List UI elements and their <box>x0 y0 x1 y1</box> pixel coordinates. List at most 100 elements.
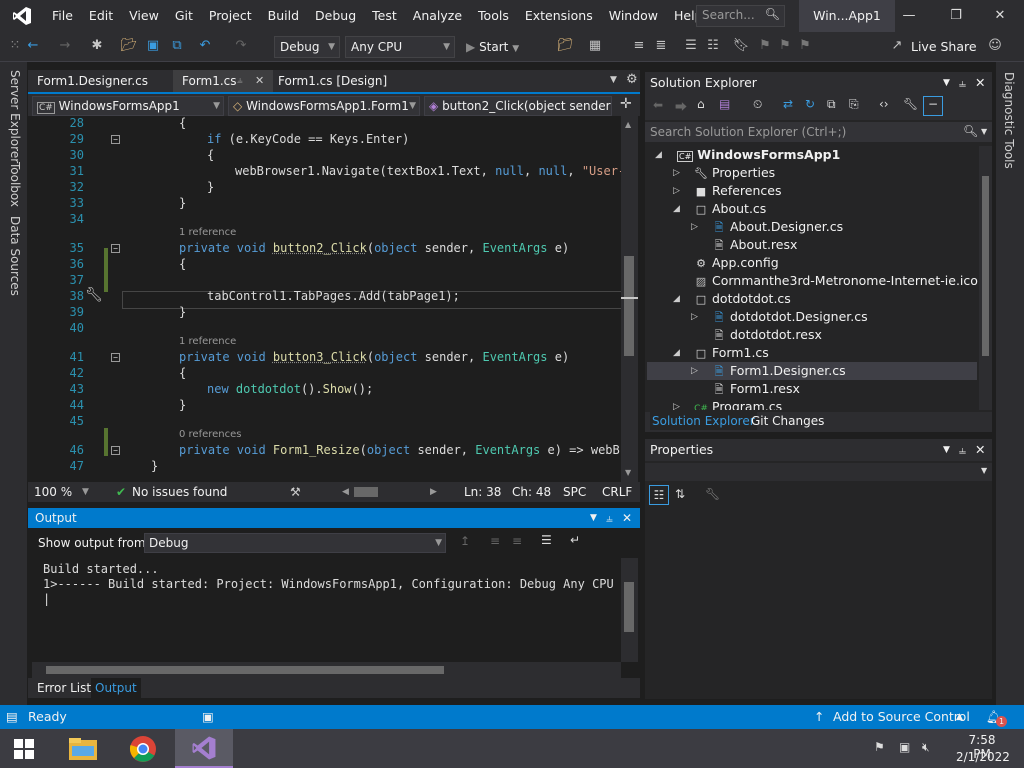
scroll-thumb[interactable] <box>624 582 634 632</box>
volume-muted-icon[interactable]: 🔇︎ <box>922 740 930 755</box>
network-icon[interactable]: ▣ <box>899 740 910 754</box>
find-in-files-icon[interactable]: 📁︎ <box>556 37 574 55</box>
feedback-icon[interactable]: ☺ <box>986 37 1004 55</box>
server-explorer-tab[interactable]: Server Explorer <box>8 70 22 163</box>
clear-all-icon[interactable]: ☰ <box>541 533 552 547</box>
output-source-dropdown[interactable]: Debug ▼ <box>144 533 446 553</box>
next-message-icon[interactable]: ≡ <box>512 534 522 548</box>
pin-icon[interactable]: ⫨ <box>237 70 243 92</box>
refresh-icon[interactable]: ↻ <box>805 97 815 111</box>
quick-actions-screwdriver-icon[interactable]: 🔧︎ <box>85 287 103 303</box>
tree-item-dotdotdot-cs[interactable]: ◢ □ dotdotdot.cs <box>673 290 791 308</box>
toolbox-tab[interactable]: Toolbox <box>8 162 22 207</box>
tab-solution-explorer[interactable]: Solution Explorer <box>650 412 757 430</box>
menu-test[interactable]: Test <box>364 0 405 32</box>
menu-analyze[interactable]: Analyze <box>405 0 470 32</box>
forward-icon[interactable]: → <box>56 37 74 55</box>
visual-studio-logo-icon[interactable] <box>0 0 44 32</box>
menu-tools[interactable]: Tools <box>470 0 517 32</box>
tree-item-dotdotdot-resx[interactable]: 🗎︎ dotdotdot.resx <box>709 326 822 344</box>
scroll-thumb[interactable] <box>624 256 634 356</box>
fold-toggle-icon[interactable]: − <box>111 446 120 455</box>
search-box[interactable]: Search... 🔍︎ <box>696 5 785 27</box>
menu-view[interactable]: View <box>121 0 167 32</box>
chevron-up-icon[interactable]: ▲ <box>956 705 963 729</box>
tab-form1-cs[interactable]: Form1.cs ⫨ ✕ <box>173 70 273 92</box>
fold-toggle-icon[interactable]: − <box>111 135 120 144</box>
new-project-icon[interactable]: ✱ <box>88 37 106 55</box>
preview-selected-icon[interactable]: − <box>923 96 943 116</box>
line-indicator[interactable]: Ln: 38 <box>464 482 501 502</box>
live-share-button[interactable]: Live Share <box>911 39 977 54</box>
scroll-thumb[interactable] <box>46 666 444 674</box>
align-left-icon[interactable]: ≡ <box>630 37 648 55</box>
menu-project[interactable]: Project <box>201 0 260 32</box>
data-sources-tab[interactable]: Data Sources <box>8 216 22 296</box>
windows-start-icon[interactable] <box>0 729 48 768</box>
scroll-left-icon[interactable]: ◀ <box>342 482 349 502</box>
pin-icon[interactable]: ⫨ <box>959 439 966 461</box>
minimize-icon[interactable]: — <box>885 0 933 32</box>
comment-icon[interactable]: ☰ <box>682 37 700 55</box>
window-position-dropdown-icon[interactable]: ▼ <box>590 508 597 528</box>
menu-build[interactable]: Build <box>260 0 307 32</box>
whitespace-indicator[interactable]: SPC <box>563 482 586 502</box>
menu-edit[interactable]: Edit <box>81 0 121 32</box>
tab-form1-designer[interactable]: Form1.Designer.cs <box>28 70 176 92</box>
undo-icon[interactable]: ↶ <box>196 37 214 55</box>
tab-git-changes[interactable]: Git Changes <box>751 412 824 430</box>
fold-toggle-icon[interactable]: − <box>111 353 120 362</box>
property-pages-wrench-icon[interactable]: 🔧︎ <box>705 487 720 501</box>
tab-output[interactable]: Output <box>91 678 141 698</box>
codelens-references[interactable]: 0 references <box>179 429 242 440</box>
tab-error-list[interactable]: Error List <box>37 678 91 698</box>
editor-vertical-scrollbar[interactable]: ▲ ▼ <box>621 116 638 482</box>
maximize-icon[interactable]: ❐ <box>932 0 980 32</box>
line-ending-indicator[interactable]: CRLF <box>602 482 632 502</box>
file-explorer-icon[interactable] <box>55 729 111 768</box>
tree-vertical-scrollbar[interactable] <box>979 146 992 410</box>
browse-icon[interactable]: ▦ <box>586 37 604 55</box>
solution-config-dropdown[interactable]: Debug ▼ <box>274 36 340 58</box>
tab-form1-design[interactable]: Form1.cs [Design] <box>269 70 409 92</box>
show-all-files-icon[interactable]: ⎘ <box>849 97 859 112</box>
output-vertical-scrollbar[interactable] <box>621 558 638 662</box>
sync-icon[interactable]: ⇄ <box>783 97 793 111</box>
start-button[interactable]: ▶ Start ▼ <box>466 36 519 58</box>
pin-icon[interactable]: ⫨ <box>606 508 613 528</box>
window-position-dropdown-icon[interactable]: ▼ <box>943 439 950 461</box>
scroll-thumb[interactable] <box>982 176 989 356</box>
tree-item-program-cs[interactable]: ▷ C# Program.cs <box>673 398 782 410</box>
properties-object-selector[interactable]: ▼ <box>645 463 992 481</box>
tree-item-form1-resx[interactable]: 🗎︎ Form1.resx <box>709 380 800 398</box>
redo-icon[interactable]: ↷ <box>232 37 250 55</box>
tab-list-dropdown-icon[interactable]: ▼ <box>610 75 617 85</box>
close-icon[interactable]: ✕ <box>976 0 1024 32</box>
close-icon[interactable]: ✕ <box>622 508 632 528</box>
tree-item-form1-designer[interactable]: ▷ 🗎︎ Form1.Designer.cs <box>647 362 977 380</box>
home-icon[interactable]: ⌂ <box>697 97 705 111</box>
window-position-dropdown-icon[interactable]: ▼ <box>943 72 950 94</box>
action-center-flag-icon[interactable]: ⚑ <box>874 740 885 754</box>
output-window-icon[interactable]: ▤ <box>6 705 18 729</box>
go-to-location-icon[interactable]: ↥ <box>460 534 470 548</box>
notification-bot-icon[interactable]: ▣ <box>202 705 214 729</box>
close-icon[interactable]: ✕ <box>975 439 985 461</box>
tree-item-app-config[interactable]: ⚙ App.config <box>691 254 779 272</box>
scroll-up-icon[interactable]: ▲ <box>625 120 631 129</box>
scroll-right-icon[interactable]: ▶ <box>430 482 437 502</box>
fold-toggle-icon[interactable]: − <box>111 244 120 253</box>
tree-item-solution[interactable]: ◢ C# WindowsFormsApp1 <box>655 146 840 164</box>
tab-settings-gear-icon[interactable]: ⚙ <box>626 72 638 87</box>
add-to-source-control-button[interactable]: Add to Source Control <box>833 705 970 729</box>
menu-file[interactable]: File <box>44 0 81 32</box>
align-center-icon[interactable]: ≣ <box>652 37 670 55</box>
tree-item-about-resx[interactable]: 🗎︎ About.resx <box>709 236 798 254</box>
tree-item-properties[interactable]: ▷ 🔧︎ Properties <box>673 164 775 182</box>
switch-views-icon[interactable]: ▤ <box>719 97 730 111</box>
member-nav-dropdown[interactable]: ◈ button2_Click(object sender, E <box>424 96 612 116</box>
pending-changes-filter-icon[interactable]: ⏲ <box>753 97 762 112</box>
word-wrap-icon[interactable]: ↵ <box>570 533 580 547</box>
alphabetical-icon[interactable]: ⇅ <box>675 487 685 501</box>
zoom-level[interactable]: 100 % <box>34 482 72 502</box>
